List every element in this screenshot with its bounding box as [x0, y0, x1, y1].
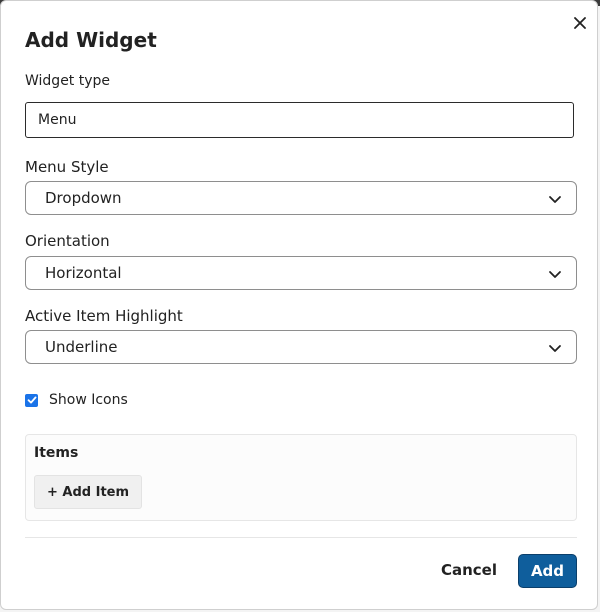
menu-style-label: Menu Style — [25, 158, 109, 176]
active-item-highlight-select[interactable]: Underline — [25, 330, 577, 364]
add-button[interactable]: Add — [518, 554, 577, 588]
chevron-down-icon — [549, 345, 561, 352]
close-icon — [574, 17, 586, 29]
checkmark-icon — [27, 396, 36, 404]
chevron-down-icon — [549, 271, 561, 278]
items-title: Items — [34, 445, 79, 461]
widget-type-input[interactable] — [25, 102, 574, 138]
orientation-label: Orientation — [25, 232, 110, 250]
menu-style-value: Dropdown — [45, 189, 122, 207]
show-icons-checkbox[interactable] — [25, 393, 38, 407]
widget-type-label: Widget type — [25, 73, 111, 89]
menu-style-select[interactable]: Dropdown — [25, 181, 577, 215]
cancel-button[interactable]: Cancel — [437, 556, 501, 584]
chevron-down-icon — [549, 196, 561, 203]
add-item-button[interactable]: + Add Item — [34, 475, 142, 509]
active-item-highlight-label: Active Item Highlight — [25, 307, 183, 325]
show-icons-label: Show Icons — [49, 392, 128, 408]
show-icons-row: Show Icons — [25, 392, 128, 408]
items-panel: Items + Add Item — [25, 434, 577, 521]
active-item-highlight-value: Underline — [45, 338, 118, 356]
add-widget-dialog: Add Widget Widget type Menu Style Dropdo… — [0, 0, 598, 610]
orientation-value: Horizontal — [45, 264, 122, 282]
dialog-title: Add Widget — [25, 28, 157, 52]
close-button[interactable] — [569, 12, 591, 34]
orientation-select[interactable]: Horizontal — [25, 256, 577, 290]
footer-divider — [25, 537, 577, 538]
